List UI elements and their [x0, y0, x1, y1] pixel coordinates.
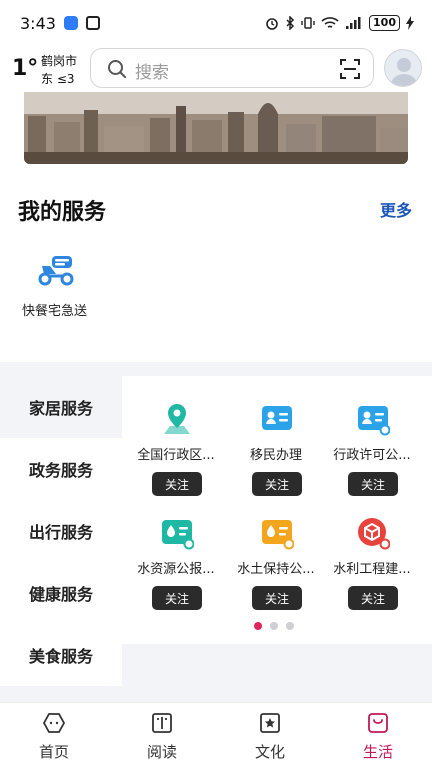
charging-icon	[406, 16, 414, 30]
category-government-services[interactable]: 政务服务	[0, 438, 122, 500]
bottom-nav: 首页 阅读 文化 生活	[0, 702, 432, 768]
my-services-title: 我的服务	[18, 200, 107, 225]
status-time: 3:43	[20, 13, 56, 33]
grid-item-label: 水资源公报...	[137, 562, 215, 577]
category-health-services[interactable]: 健康服务	[0, 562, 122, 624]
page-dot[interactable]	[254, 622, 262, 630]
nav-label: 文化	[254, 743, 285, 761]
wind-level: 东 ≤3	[41, 72, 75, 86]
temperature: 1°	[12, 56, 39, 81]
grid-item-label: 移民办理	[249, 448, 302, 463]
engineering-icon	[358, 518, 390, 550]
category-label: 家居服务	[28, 399, 93, 418]
grid-item-water-engineering[interactable]: 水利工程建... 关注	[322, 516, 422, 636]
scooter-icon	[38, 256, 74, 286]
status-bar: 3:43 100	[0, 0, 432, 46]
grid-item-label: 行政许可公...	[333, 448, 411, 463]
follow-button[interactable]: 关注	[152, 586, 202, 610]
city-banner[interactable]	[24, 92, 408, 164]
nav-reading[interactable]: 阅读	[108, 703, 216, 768]
nav-label: 生活	[362, 743, 393, 761]
service-grid: 全国行政区... 关注 移民办理 关注 行政许可公... 关注 水资源公报...…	[122, 376, 432, 644]
weather-widget[interactable]: 1° 鹤岗市 东 ≤3	[12, 48, 84, 88]
alarm-icon	[266, 18, 278, 30]
grid-item-admin-region[interactable]: 全国行政区... 关注	[126, 402, 226, 522]
category-label: 美食服务	[28, 647, 93, 666]
header: 1° 鹤岗市 东 ≤3 搜索	[0, 46, 432, 90]
status-left: 3:43	[20, 14, 100, 33]
category-list: 家居服务 政务服务 出行服务 健康服务 美食服务	[0, 376, 122, 686]
follow-button[interactable]: 关注	[348, 472, 398, 496]
search-icon	[108, 60, 126, 78]
bluetooth-icon	[286, 16, 295, 30]
vibrate-icon	[301, 17, 315, 29]
culture-star-icon	[260, 713, 280, 733]
follow-button[interactable]: 关注	[252, 472, 302, 496]
grid-item-immigration[interactable]: 移民办理 关注	[226, 402, 326, 522]
service-label: 快餐宅急送	[22, 304, 88, 319]
service-item-food-delivery[interactable]: 快餐宅急送	[18, 250, 96, 320]
water-report-icon	[162, 520, 194, 550]
category-food-services[interactable]: 美食服务	[0, 624, 122, 686]
city-name: 鹤岗市	[41, 54, 78, 68]
page-dot[interactable]	[286, 622, 294, 630]
avatar[interactable]	[384, 49, 422, 87]
search-bar[interactable]: 搜索	[90, 48, 374, 88]
nav-home[interactable]: 首页	[0, 703, 108, 768]
follow-button[interactable]: 关注	[252, 586, 302, 610]
nav-label: 阅读	[146, 743, 177, 761]
more-link[interactable]: 更多	[380, 197, 412, 221]
nfc-icon	[85, 16, 100, 30]
battery-indicator: 100	[369, 15, 400, 31]
grid-item-soil-report[interactable]: 水土保持公... 关注	[226, 516, 326, 636]
nav-life[interactable]: 生活	[324, 703, 432, 768]
page-indicator	[254, 622, 294, 630]
book-icon	[152, 713, 172, 733]
category-home-services[interactable]: 家居服务	[0, 376, 122, 438]
user-avatar-icon	[390, 58, 418, 86]
app-notification-icon	[63, 16, 78, 30]
category-label: 政务服务	[28, 461, 93, 480]
category-label: 健康服务	[28, 585, 93, 604]
grid-item-admin-license[interactable]: 行政许可公... 关注	[322, 402, 422, 522]
soil-report-icon	[262, 520, 294, 550]
city-skyline-image	[24, 92, 408, 164]
home-icon	[42, 713, 66, 733]
nav-culture[interactable]: 文化	[216, 703, 324, 768]
wifi-icon	[321, 17, 339, 28]
status-right: 100	[265, 15, 414, 31]
grid-item-label: 水土保持公...	[237, 562, 315, 577]
category-travel-services[interactable]: 出行服务	[0, 500, 122, 562]
scan-icon[interactable]	[339, 58, 361, 80]
id-card-icon	[262, 406, 292, 430]
nav-label: 首页	[38, 743, 69, 761]
category-label: 出行服务	[28, 523, 93, 542]
life-bag-icon	[368, 713, 388, 733]
license-icon	[358, 406, 390, 436]
signal-icon	[346, 17, 361, 29]
grid-item-label: 水利工程建...	[333, 562, 411, 577]
follow-button[interactable]: 关注	[348, 586, 398, 610]
map-pin-icon	[164, 404, 190, 434]
grid-item-water-report[interactable]: 水资源公报... 关注	[126, 516, 226, 636]
follow-button[interactable]: 关注	[152, 472, 202, 496]
page-dot[interactable]	[270, 622, 278, 630]
grid-item-label: 全国行政区...	[137, 448, 215, 463]
search-input[interactable]: 搜索	[135, 58, 169, 83]
